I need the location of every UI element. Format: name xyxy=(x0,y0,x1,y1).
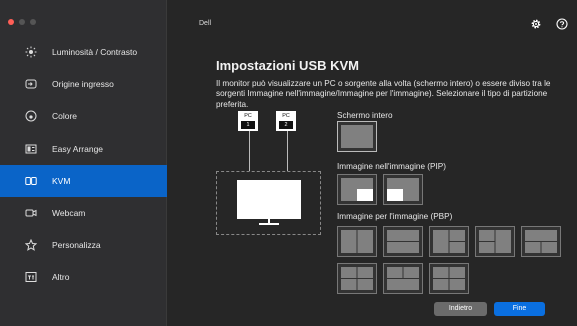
pc1-cable xyxy=(249,131,250,171)
pc1-badge: PC 1 xyxy=(238,111,258,131)
sidebar-item-label: Personalizza xyxy=(52,240,101,251)
back-button[interactable]: Indietro xyxy=(434,302,487,316)
sidebar-item-label: Origine ingresso xyxy=(52,79,114,90)
sidebar-item-input-source[interactable]: Origine ingresso xyxy=(0,68,167,100)
app-title: Dell xyxy=(199,20,212,27)
sidebar-item-label: Luminosità / Contrasto xyxy=(52,47,138,58)
sidebar-item-label: Altro xyxy=(52,272,70,283)
pc-sources: PC 1 PC 2 xyxy=(238,111,308,133)
monitor-base xyxy=(259,223,279,225)
pc1-label: PC xyxy=(244,113,252,119)
page-description: Il monitor può visualizzare un PC o sorg… xyxy=(216,79,551,109)
sidebar-item-label: Colore xyxy=(52,111,78,122)
app-window: Luminosità / Contrasto Origine ingresso … xyxy=(0,0,577,326)
layout-pbp-3-columns[interactable] xyxy=(337,263,377,294)
pc1-number: 1 xyxy=(241,121,255,129)
layout-pbp-3-right-large[interactable] xyxy=(475,226,515,257)
easy-arrange-icon xyxy=(24,142,38,156)
layout-pbp-2-horizontal[interactable] xyxy=(383,226,423,257)
sidebar-item-other[interactable]: Altro xyxy=(0,261,167,293)
layout-pbp-3-top-split[interactable] xyxy=(383,263,423,294)
pc2-cable xyxy=(287,131,288,171)
pc2-label: PC xyxy=(282,113,290,119)
pc2-badge: PC 2 xyxy=(276,111,296,131)
done-button[interactable]: Fine xyxy=(494,302,545,316)
sidebar-item-color[interactable]: Colore xyxy=(0,100,167,132)
main-content: Impostazioni USB KVM Il monitor può visu… xyxy=(216,58,566,110)
sidebar-nav: Luminosità / Contrasto Origine ingresso … xyxy=(0,36,167,294)
pip-label: Immagine nell'immagine (PIP) xyxy=(337,162,446,171)
layout-pbp-3-top-large[interactable] xyxy=(521,226,561,257)
layout-pbp-2-vertical[interactable] xyxy=(337,226,377,257)
window-controls xyxy=(8,19,36,25)
layout-pip-bottom-left[interactable] xyxy=(383,174,423,205)
layout-full-screen[interactable] xyxy=(337,121,377,152)
sidebar-item-easy-arrange[interactable]: Easy Arrange xyxy=(0,133,167,165)
color-icon xyxy=(24,109,38,123)
full-screen-label: Schermo intero xyxy=(337,111,393,120)
sidebar-item-brightness[interactable]: Luminosità / Contrasto xyxy=(0,36,167,68)
help-icon[interactable] xyxy=(556,17,568,30)
sidebar-item-personalize[interactable]: Personalizza xyxy=(0,229,167,261)
brightness-icon xyxy=(24,45,38,59)
star-icon xyxy=(24,238,38,252)
sidebar: Luminosità / Contrasto Origine ingresso … xyxy=(0,0,167,326)
pc2-number: 2 xyxy=(279,121,293,129)
sidebar-item-label: KVM xyxy=(52,175,71,186)
layout-pip-bottom-right[interactable] xyxy=(337,174,377,205)
input-source-icon xyxy=(24,77,38,91)
page-title: Impostazioni USB KVM xyxy=(216,58,360,73)
monitor-icon xyxy=(237,180,301,219)
layout-pbp-3-left-large[interactable] xyxy=(429,226,469,257)
kvm-icon xyxy=(24,174,38,188)
webcam-icon xyxy=(24,206,38,220)
sidebar-item-label: Easy Arrange xyxy=(52,143,104,154)
sidebar-item-webcam[interactable]: Webcam xyxy=(0,197,167,229)
sidebar-item-label: Webcam xyxy=(52,208,86,219)
zoom-window-button[interactable] xyxy=(30,19,36,25)
sidebar-item-kvm[interactable]: KVM xyxy=(0,164,167,197)
gear-icon[interactable] xyxy=(530,17,542,29)
other-icon xyxy=(24,270,38,284)
minimize-window-button[interactable] xyxy=(19,19,25,25)
pbp-label: Immagine per l'immagine (PBP) xyxy=(337,212,453,221)
layout-pbp-4-quad[interactable] xyxy=(429,263,469,294)
close-window-button[interactable] xyxy=(8,19,14,25)
